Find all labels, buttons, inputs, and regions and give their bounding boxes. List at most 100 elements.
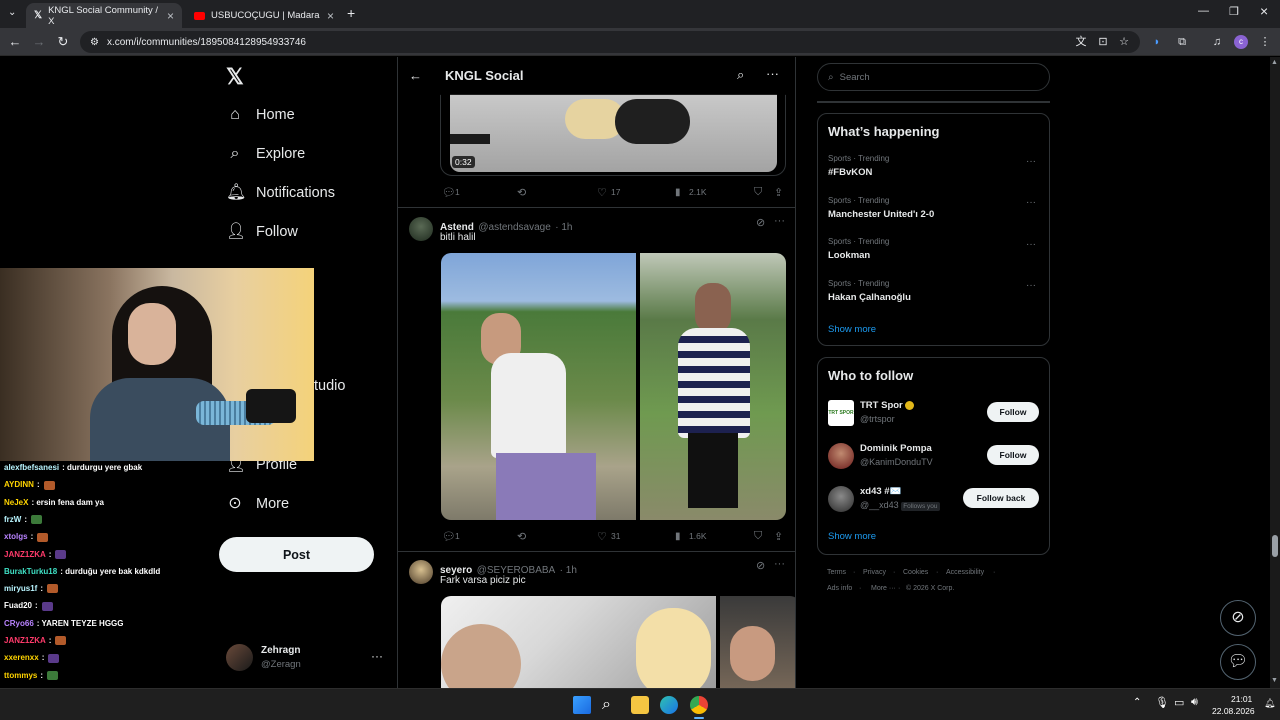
network-icon[interactable]: ▭ (1174, 696, 1184, 709)
retweet-icon[interactable]: ⟲ (517, 530, 526, 543)
like-icon[interactable]: ♡ (597, 530, 607, 543)
show-hidden-icons[interactable]: ⌃ (1133, 697, 1141, 708)
follow-button[interactable]: Follow (987, 402, 1039, 422)
notification-bell-icon[interactable]: 🔔︎ (1264, 698, 1275, 709)
sidebar-item-studio[interactable]: tudio (314, 378, 345, 394)
avatar[interactable]: TRT SPOR (828, 400, 854, 426)
reply-icon[interactable]: 💬︎ (442, 530, 456, 543)
tweet-author-handle[interactable]: @astendsavage (478, 222, 550, 233)
bookmark-icon[interactable]: ⛉ (754, 530, 762, 543)
windows-start-icon[interactable] (573, 696, 591, 714)
sidebar-item-more[interactable]: ⊙ More (226, 495, 289, 513)
reload-icon[interactable]: ↻ (54, 33, 72, 51)
install-app-icon[interactable]: ⊡ (1096, 35, 1110, 49)
more-dots-icon[interactable]: ··· (774, 215, 785, 227)
edge-icon[interactable] (660, 696, 678, 714)
close-window-button[interactable]: × (1260, 3, 1268, 19)
share-icon[interactable]: ⇪ (774, 186, 783, 199)
messages-float-button[interactable]: 💬︎ (1220, 644, 1256, 680)
clock-date[interactable]: 22.08.2026 (1212, 706, 1255, 716)
more-dots-icon[interactable]: ··· (774, 558, 785, 570)
more-dots-icon[interactable]: ··· (371, 649, 383, 663)
share-icon[interactable]: ⇪ (774, 530, 783, 543)
account-switcher[interactable]: Zehragn @Zeragn ··· (226, 643, 386, 675)
tweet-time[interactable]: · 1h (560, 565, 577, 576)
account-name[interactable]: TRT Spor (860, 400, 915, 411)
scrollbar-thumb[interactable] (1272, 535, 1278, 557)
browser-tab-active[interactable]: 𝕏 KNGL Social Community / X × (26, 3, 182, 28)
close-tab-icon[interactable]: × (327, 9, 334, 23)
browser-tab-youtube[interactable]: USBUCOÇUGU | Madara Olduk × (186, 3, 342, 28)
browser-menu-icon[interactable]: ⋮ (1258, 35, 1272, 49)
search-icon[interactable]: ⌕ (602, 696, 620, 714)
media-control-icon[interactable]: ♫ (1210, 35, 1224, 49)
show-more-link[interactable]: Show more (828, 324, 876, 335)
tab-search-icon[interactable]: ⌄ (8, 7, 16, 18)
follow-button[interactable]: Follow (987, 445, 1039, 465)
reply-icon[interactable]: 💬︎ (442, 186, 456, 199)
profile-avatar-icon[interactable]: c (1234, 35, 1248, 49)
translate-icon[interactable]: 文 (1074, 35, 1088, 49)
search-input[interactable]: ⌕ Search (817, 63, 1050, 91)
volume-icon[interactable]: 🔊︎ (1191, 696, 1198, 709)
more-dots-icon[interactable]: ··· (766, 66, 779, 81)
search-icon[interactable]: ⌕ (737, 67, 744, 83)
sidebar-item-explore[interactable]: ⌕ Explore (226, 145, 306, 163)
address-bar[interactable]: ⚙ x.com/i/communities/189508412895493374… (80, 31, 1140, 53)
sidebar-item-home[interactable]: ⌂ Home (226, 106, 295, 124)
scroll-up-arrow[interactable]: ▲ (1271, 59, 1278, 66)
more-dots-icon[interactable]: ··· (1026, 156, 1036, 167)
page-scrollbar[interactable]: ▲ ▼ (1270, 57, 1280, 688)
avatar[interactable] (828, 486, 854, 512)
retweet-icon[interactable]: ⟲ (517, 186, 526, 199)
scroll-down-arrow[interactable]: ▼ (1271, 677, 1278, 684)
account-name[interactable]: xd43 #✉️ (860, 486, 901, 497)
site-info-icon[interactable]: ⚙ (90, 37, 99, 48)
bookmark-icon[interactable]: ⛉ (754, 186, 762, 199)
footer-link-cookies[interactable]: Cookies (903, 569, 928, 576)
follow-back-button[interactable]: Follow back (963, 488, 1039, 508)
avatar[interactable] (409, 217, 433, 241)
file-explorer-icon[interactable] (631, 696, 649, 714)
grok-icon[interactable]: ⊘ (756, 559, 765, 572)
chrome-icon[interactable] (690, 696, 708, 714)
tweet-image-1[interactable] (441, 596, 716, 688)
microphone-icon[interactable]: 🎙︎ (1155, 696, 1169, 709)
tweet-time[interactable]: · 1h (555, 222, 572, 233)
footer-link-terms[interactable]: Terms (827, 569, 846, 576)
grok-icon[interactable]: ⊘ (756, 216, 765, 229)
footer-link-more[interactable]: More ··· (871, 585, 896, 592)
tweet-image-2[interactable] (720, 596, 795, 688)
forward-arrow-icon[interactable]: → (30, 33, 48, 51)
extensions-puzzle-icon[interactable]: ⧉ (1175, 35, 1189, 49)
close-tab-icon[interactable]: × (167, 9, 174, 23)
footer-link-ads-info[interactable]: Ads info (827, 585, 852, 592)
more-dots-icon[interactable]: ··· (1026, 239, 1036, 250)
maximize-window-button[interactable]: ❐ (1229, 5, 1239, 18)
new-tab-button[interactable]: + (347, 5, 355, 21)
bookmark-star-icon[interactable]: ☆ (1117, 35, 1131, 49)
grok-float-button[interactable]: ⊘ (1220, 600, 1256, 636)
extension-icon[interactable]: ◗ (1150, 35, 1164, 49)
avatar[interactable] (828, 443, 854, 469)
show-more-link[interactable]: Show more (828, 531, 876, 542)
tweet-image-1[interactable] (441, 253, 636, 520)
minimize-window-button[interactable]: — (1198, 5, 1209, 17)
sidebar-item-follow[interactable]: 👤︎ Follow (226, 223, 298, 241)
post-button[interactable]: Post (219, 537, 374, 572)
sidebar-item-notifications[interactable]: 🔔︎ Notifications (226, 184, 335, 202)
like-icon[interactable]: ♡ (597, 186, 607, 199)
back-arrow-icon[interactable]: ← (6, 33, 24, 51)
tweet-image-2[interactable] (640, 253, 786, 520)
footer-link-accessibility[interactable]: Accessibility (946, 569, 984, 576)
views-icon[interactable]: ▮ (675, 187, 681, 198)
clock-time[interactable]: 21:01 (1231, 694, 1252, 704)
back-arrow-icon[interactable]: ← (409, 68, 422, 83)
account-name[interactable]: Dominik Pompa (860, 443, 932, 454)
x-logo-icon[interactable]: 𝕏 (226, 64, 244, 90)
more-dots-icon[interactable]: ··· (1026, 197, 1036, 208)
avatar[interactable] (409, 560, 433, 584)
more-dots-icon[interactable]: ··· (1026, 280, 1036, 291)
views-icon[interactable]: ▮ (675, 531, 681, 542)
footer-link-privacy[interactable]: Privacy (863, 569, 886, 576)
